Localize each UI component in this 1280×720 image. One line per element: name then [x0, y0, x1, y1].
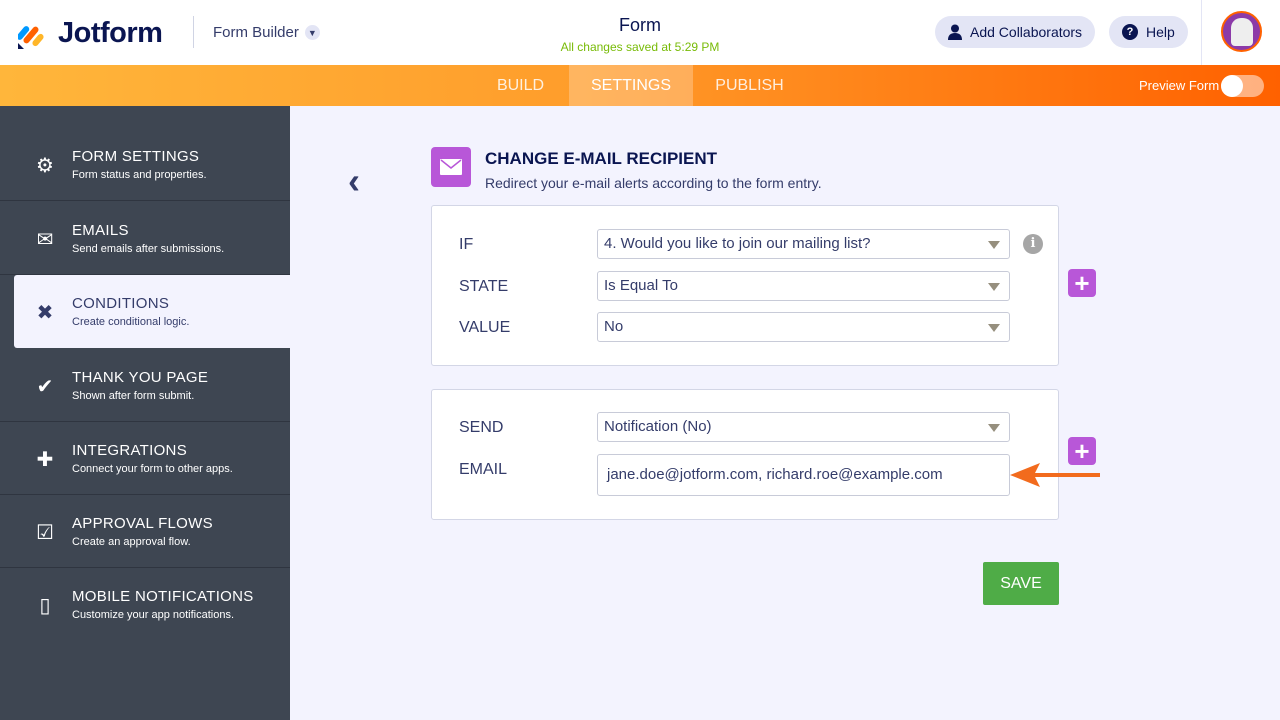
sidebar-item-thank-you-page[interactable]: ✔ THANK YOU PAGE Shown after form submit.: [0, 349, 290, 422]
sidebar-item-title: THANK YOU PAGE: [72, 369, 209, 386]
email-input[interactable]: jane.doe@jotform.com, richard.roe@exampl…: [597, 454, 1010, 496]
sidebar-item-subtitle: Shown after form submit.: [72, 390, 195, 402]
help-button[interactable]: ? Help: [1109, 16, 1188, 48]
sidebar-item-mobile-notifications[interactable]: ▯ MOBILE NOTIFICATIONS Customize your app …: [0, 568, 290, 641]
sidebar-item-approval-flows[interactable]: ☑ APPROVAL FLOWS Create an approval flow.: [0, 495, 290, 568]
shuffle-icon: ✖: [36, 302, 54, 324]
value-label: VALUE: [459, 319, 511, 336]
envelope-icon: [431, 147, 471, 187]
tab-publish[interactable]: PUBLISH: [693, 65, 806, 106]
dropdown-arrow-icon: [988, 324, 1000, 332]
help-label: Help: [1146, 24, 1175, 40]
sidebar-item-subtitle: Form status and properties.: [72, 169, 207, 181]
add-collaborators-label: Add Collaborators: [970, 24, 1083, 40]
page-subtitle: Redirect your e-mail alerts according to…: [485, 175, 822, 191]
value-value: No: [604, 318, 624, 335]
back-chevron-icon[interactable]: ‹: [348, 160, 360, 202]
add-collaborators-button[interactable]: Add Collaborators: [935, 16, 1096, 48]
help-icon: ?: [1122, 24, 1138, 40]
add-condition-button[interactable]: +: [1068, 269, 1096, 297]
value-select[interactable]: No: [597, 312, 1010, 342]
preview-form-toggle[interactable]: [1221, 75, 1264, 97]
tab-build[interactable]: BUILD: [472, 65, 569, 106]
send-value: Notification (No): [604, 418, 712, 435]
send-label: SEND: [459, 419, 504, 436]
sidebar-item-subtitle: Create conditional logic.: [72, 316, 190, 328]
dropdown-arrow-icon: [988, 241, 1000, 249]
envelope-icon: ✉: [36, 229, 54, 251]
info-icon[interactable]: i: [1023, 234, 1043, 254]
send-select[interactable]: Notification (No): [597, 412, 1010, 442]
save-button[interactable]: SAVE: [983, 562, 1059, 605]
user-icon: [948, 24, 962, 40]
if-field-value: 4. Would you like to join our mailing li…: [604, 235, 871, 252]
sidebar-item-title: INTEGRATIONS: [72, 442, 187, 459]
sidebar-item-subtitle: Send emails after submissions.: [72, 243, 225, 255]
sidebar-item-subtitle: Customize your app notifications.: [72, 609, 235, 621]
page-title: CHANGE E-MAIL RECIPIENT: [485, 149, 718, 168]
mobile-icon: ▯: [39, 595, 51, 617]
sidebar-item-subtitle: Connect your form to other apps.: [72, 463, 233, 475]
sidebar-item-title: CONDITIONS: [72, 295, 170, 312]
state-label: STATE: [459, 278, 509, 295]
sidebar-item-conditions[interactable]: ✖ CONDITIONS Create conditional logic.: [14, 275, 290, 348]
avatar[interactable]: [1221, 11, 1262, 52]
dropdown-arrow-icon: [988, 424, 1000, 432]
top-header: Jotform Form Builder ▼ Form All changes s…: [0, 0, 1280, 65]
arrow-annotation-icon: [1010, 463, 1100, 487]
sidebar-item-subtitle: Create an approval flow.: [72, 536, 191, 548]
sidebar-item-form-settings[interactable]: ⚙ FORM SETTINGS Form status and properties…: [0, 128, 290, 201]
divider: [1201, 0, 1202, 65]
preview-form-label: Preview Form: [1139, 78, 1220, 93]
state-select[interactable]: Is Equal To: [597, 271, 1010, 301]
state-value: Is Equal To: [604, 277, 678, 294]
sidebar-item-title: MOBILE NOTIFICATIONS: [72, 588, 254, 605]
tab-settings[interactable]: SETTINGS: [569, 65, 693, 106]
sidebar-item-integrations[interactable]: ✚ INTEGRATIONS Connect your form to other …: [0, 422, 290, 495]
sidebar: ⚙ FORM SETTINGS Form status and properties…: [0, 106, 290, 720]
if-field-select[interactable]: 4. Would you like to join our mailing li…: [597, 229, 1010, 259]
approval-icon: ☑: [36, 522, 54, 544]
if-label: IF: [459, 236, 474, 253]
gear-icon: ⚙: [36, 155, 54, 177]
email-label: EMAIL: [459, 461, 508, 478]
sidebar-item-title: APPROVAL FLOWS: [72, 515, 213, 532]
dropdown-arrow-icon: [988, 283, 1000, 291]
sidebar-item-emails[interactable]: ✉ EMAILS Send emails after submissions.: [0, 202, 290, 275]
sidebar-item-title: FORM SETTINGS: [72, 148, 200, 165]
sidebar-item-title: EMAILS: [72, 222, 129, 239]
puzzle-icon: ✚: [36, 449, 54, 471]
nav-bar: BUILD SETTINGS PUBLISH Preview Form: [0, 65, 1280, 106]
check-circle-icon: ✔: [36, 376, 54, 398]
